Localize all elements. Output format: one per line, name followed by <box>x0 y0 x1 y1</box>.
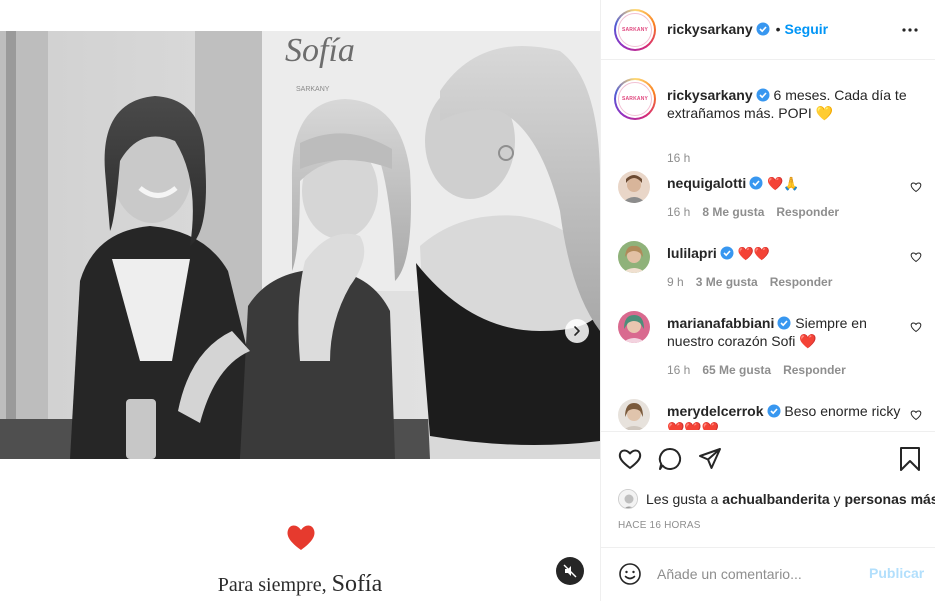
author-line: rickysarkany • Seguir <box>667 21 828 37</box>
reply-button[interactable]: Responder <box>776 205 839 219</box>
liker-username[interactable]: achualbanderita <box>722 491 829 507</box>
commenter-username[interactable]: nequigalotti <box>667 175 746 191</box>
comment-likes[interactable]: 8 Me gusta <box>702 205 764 219</box>
post-actions: Les gusta a achualbanderita y personas m… <box>601 431 935 547</box>
comment-body: ❤️❤️ <box>737 246 771 261</box>
photo-illustration: Sofía SARKANY <box>0 31 600 459</box>
verified-badge-icon <box>767 404 781 418</box>
caption-avatar[interactable]: SARKANY <box>614 78 656 120</box>
likes-prefix: Les gusta a <box>646 491 719 507</box>
post-photo[interactable]: Sofía SARKANY <box>0 31 600 459</box>
post-header: SARKANY rickysarkany • Seguir <box>601 0 935 60</box>
chevron-right-icon <box>574 326 580 336</box>
add-comment-bar: Publicar <box>601 547 935 601</box>
caption-text: rickysarkany 6 meses. Cada día te extrañ… <box>667 86 907 122</box>
comment-likes[interactable]: 65 Me gusta <box>702 363 771 377</box>
avatar-logo-text: SARKANY <box>618 13 652 47</box>
comment-text: lulilapri ❤️❤️ <box>667 244 902 263</box>
commenter-avatar[interactable] <box>618 311 650 343</box>
comment-likes[interactable]: 3 Me gusta <box>696 275 758 289</box>
likes-joiner: y <box>833 491 841 507</box>
comment-time[interactable]: 9 h <box>667 275 684 289</box>
reply-button[interactable]: Responder <box>770 275 833 289</box>
comment-text: merydelcerrok Beso enorme ricky ❤️❤️❤️ <box>667 402 902 430</box>
carousel-next-button[interactable] <box>565 319 589 343</box>
comment-text: marianafabbiani Siempre en nuestro coraz… <box>667 314 902 350</box>
comment-icon[interactable] <box>657 446 683 472</box>
commenter-username[interactable]: lulilapri <box>667 245 717 261</box>
heart-icon[interactable] <box>910 321 922 333</box>
backdrop-script: Sofía <box>285 32 355 69</box>
likes-summary: Les gusta a achualbanderita y personas m… <box>618 489 935 509</box>
verified-badge-icon <box>720 246 734 260</box>
memorial-name: Sofía <box>331 571 383 597</box>
commenter-username[interactable]: merydelcerrok <box>667 403 764 419</box>
commenter-avatar[interactable] <box>618 241 650 273</box>
avatar-logo-text: SARKANY <box>618 82 652 116</box>
header-separator: • <box>775 21 781 37</box>
comment-text: nequigalotti ❤️🙏 <box>667 174 902 193</box>
comment-time[interactable]: 16 h <box>667 363 690 377</box>
heart-icon[interactable] <box>910 409 922 421</box>
backdrop-brand: SARKANY <box>296 86 330 93</box>
memorial-prefix: Para siempre, <box>217 574 327 596</box>
comments-list[interactable]: SARKANY rickysarkany 6 meses. Cada día t… <box>601 61 935 430</box>
mute-button[interactable] <box>556 557 584 585</box>
verified-badge-icon <box>749 176 763 190</box>
memorial-text: Para siempre, Sofía <box>0 571 600 598</box>
author-username[interactable]: rickysarkany <box>667 21 753 37</box>
follow-button[interactable]: Seguir <box>785 21 829 37</box>
verified-badge-icon <box>777 316 791 330</box>
speaker-muted-icon <box>563 564 577 578</box>
heart-icon[interactable] <box>910 181 922 193</box>
comment-body: ❤️🙏 <box>767 176 800 191</box>
comment-input[interactable] <box>657 562 857 586</box>
heart-icon <box>287 525 315 550</box>
commenter-avatar[interactable] <box>618 399 650 430</box>
comment-meta: 9 h 3 Me gusta Responder <box>667 275 844 289</box>
share-icon[interactable] <box>697 446 723 472</box>
commenter-avatar[interactable] <box>618 171 650 203</box>
likes-others-link[interactable]: personas más <box>844 491 935 507</box>
caption-time[interactable]: 16 h <box>667 151 690 165</box>
heart-icon[interactable] <box>910 251 922 263</box>
post-side-panel: SARKANY rickysarkany • Seguir SARKANY rick… <box>600 0 935 601</box>
liker-avatar[interactable] <box>618 489 638 509</box>
verified-badge-icon <box>756 88 770 102</box>
verified-badge-icon <box>756 22 770 36</box>
post-timestamp[interactable]: HACE 16 HORAS <box>618 520 701 531</box>
commenter-username[interactable]: marianafabbiani <box>667 315 774 331</box>
heart-icon[interactable] <box>617 446 643 472</box>
reply-button[interactable]: Responder <box>783 363 846 377</box>
publish-button[interactable]: Publicar <box>869 565 924 581</box>
comment-meta: 16 h 8 Me gusta Responder <box>667 205 851 219</box>
more-horizontal-icon <box>902 28 918 32</box>
caption-username[interactable]: rickysarkany <box>667 87 753 103</box>
author-avatar[interactable]: SARKANY <box>614 9 656 51</box>
more-options-button[interactable] <box>898 21 922 39</box>
emoji-icon[interactable] <box>618 562 642 586</box>
bookmark-icon[interactable] <box>897 446 923 472</box>
comment-time[interactable]: 16 h <box>667 205 690 219</box>
post-media[interactable]: Sofía SARKANY Para siempre, Sofía <box>0 0 600 601</box>
comment-meta: 16 h 65 Me gusta Responder <box>667 363 858 377</box>
